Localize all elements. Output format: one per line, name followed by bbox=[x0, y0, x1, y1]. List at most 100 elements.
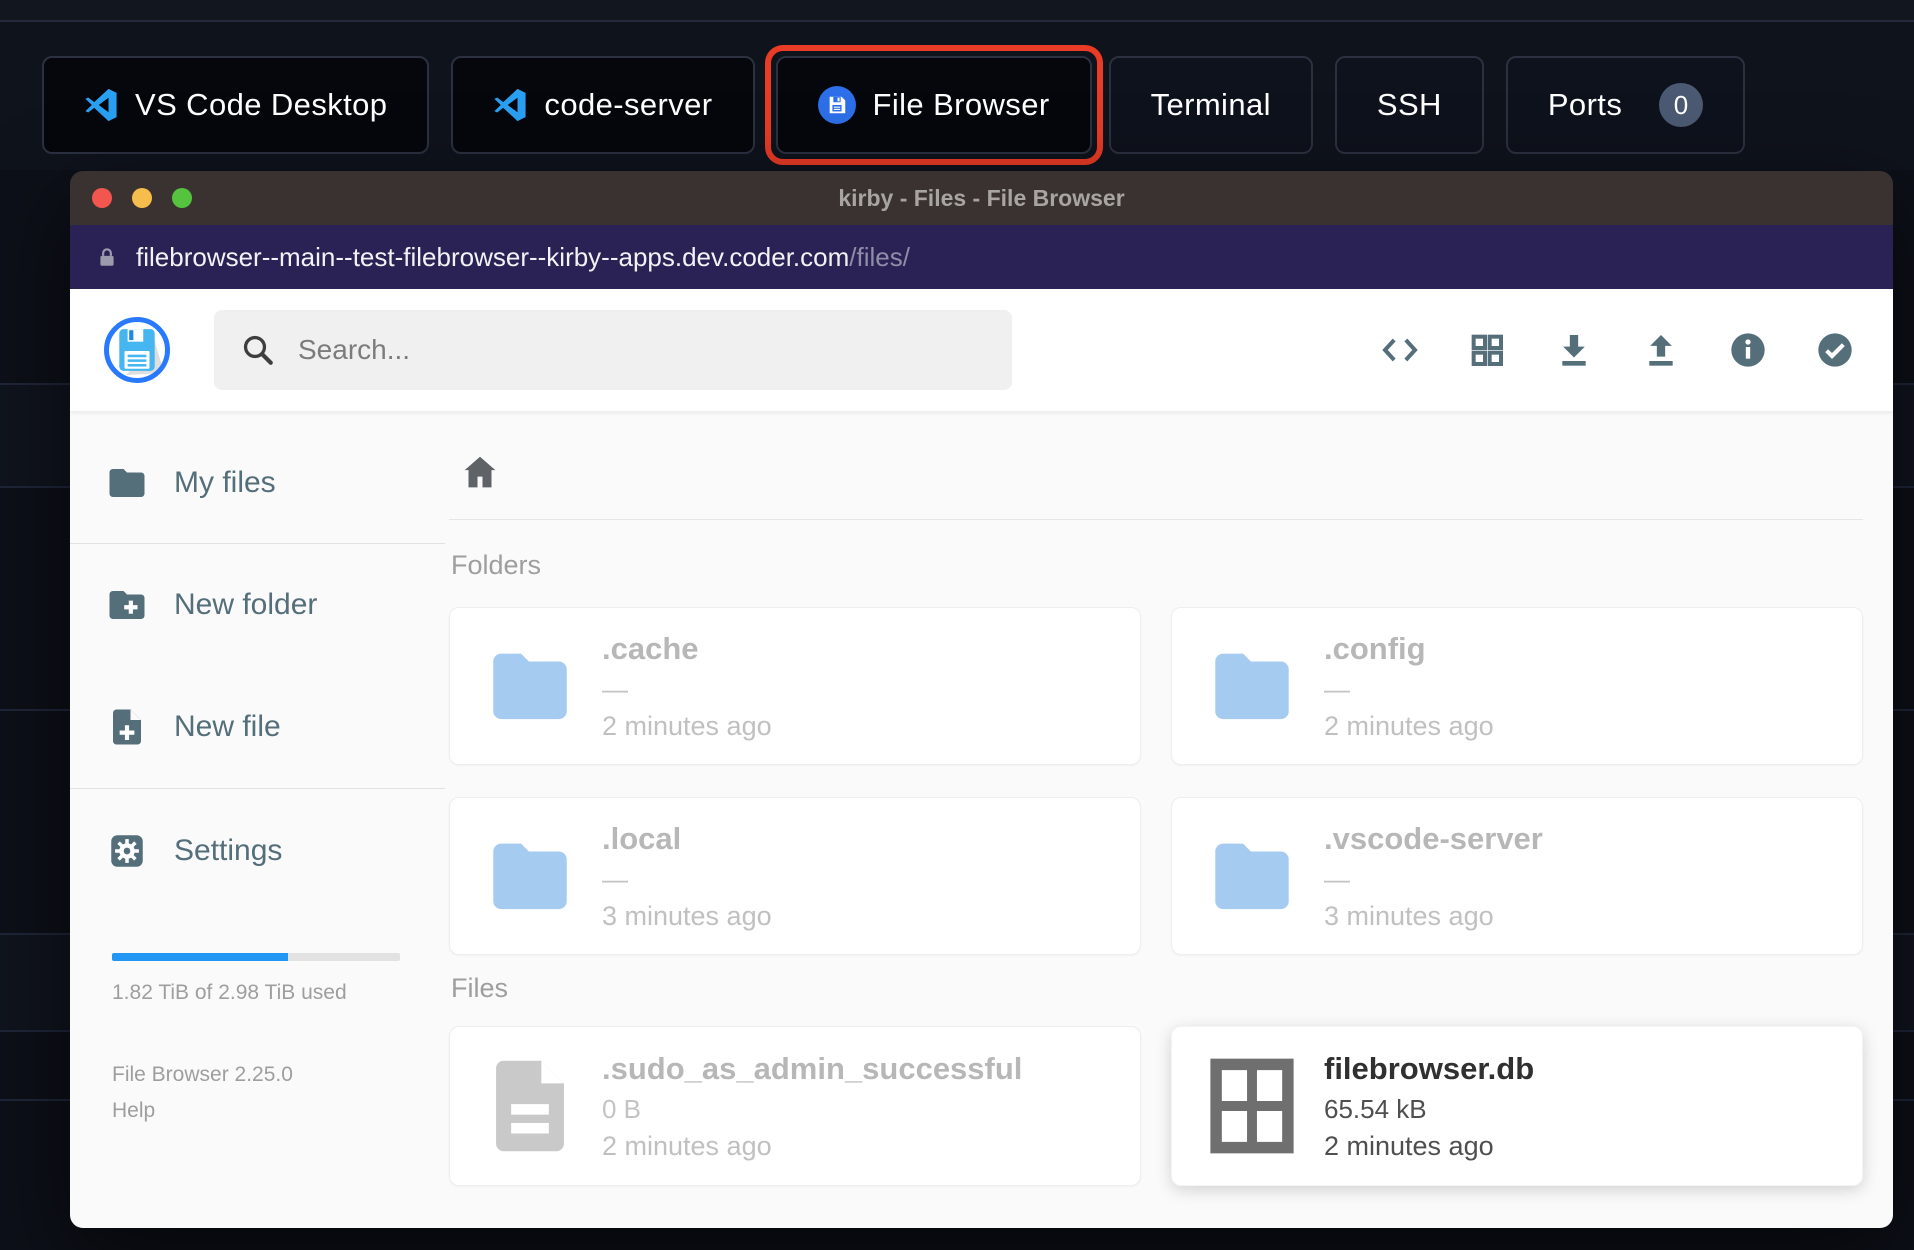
info-icon bbox=[1731, 333, 1765, 367]
file-name: .sudo_as_admin_successful bbox=[602, 1050, 1023, 1086]
grid-view-icon bbox=[1471, 334, 1504, 367]
lock-icon bbox=[100, 248, 114, 266]
url-path: /files/ bbox=[849, 241, 910, 272]
folder-card-vscode-server[interactable]: .vscode-server — 3 minutes ago bbox=[1171, 797, 1863, 955]
floppy-disk-icon bbox=[119, 329, 162, 375]
ports-count-badge: 0 bbox=[1659, 83, 1704, 127]
sidebar-item-label: New file bbox=[174, 710, 281, 743]
filebrowser-body: My files New folder New file Settings 1.… bbox=[70, 411, 1893, 1228]
vscode-icon bbox=[85, 88, 117, 122]
launcher-button-label: File Browser bbox=[872, 87, 1050, 122]
file-card-sudo-as-admin[interactable]: .sudo_as_admin_successful 0 B 2 minutes … bbox=[449, 1026, 1141, 1186]
app-version: File Browser 2.25.0 bbox=[112, 1063, 293, 1086]
url-host: filebrowser--main--test-filebrowser--kir… bbox=[136, 241, 850, 272]
launcher-button-label: Terminal bbox=[1150, 87, 1271, 122]
folders-grid: .cache — 2 minutes ago .config — 2 minut… bbox=[449, 607, 1863, 955]
file-listing: Folders .cache — 2 minutes ago .config —… bbox=[445, 411, 1893, 1228]
active-app-highlight-ring: File Browser bbox=[764, 45, 1103, 165]
ssh-button[interactable]: SSH bbox=[1334, 56, 1484, 154]
file-modified-time: 2 minutes ago bbox=[602, 710, 772, 741]
listing-divider bbox=[449, 519, 1863, 520]
section-title-folders: Folders bbox=[451, 550, 542, 580]
file-modified-time: 3 minutes ago bbox=[1324, 900, 1494, 931]
section-title-files: Files bbox=[451, 973, 509, 1003]
file-modified-time: 2 minutes ago bbox=[1324, 710, 1494, 741]
folder-icon bbox=[1215, 843, 1289, 910]
browser-window: kirby - Files - File Browser filebrowser… bbox=[70, 171, 1893, 1228]
vscode-icon bbox=[494, 88, 527, 122]
sidebar-item-my-files[interactable]: My files bbox=[70, 451, 445, 515]
sidebar-item-settings[interactable]: Settings bbox=[70, 819, 445, 883]
download-button[interactable] bbox=[1554, 330, 1594, 370]
gear-icon bbox=[111, 835, 143, 867]
header-actions bbox=[1380, 330, 1855, 370]
filebrowser-floppy-icon bbox=[817, 86, 856, 124]
vscode-desktop-button[interactable]: VS Code Desktop bbox=[42, 56, 430, 154]
folder-icon bbox=[493, 843, 567, 910]
sidebar-divider bbox=[70, 788, 445, 789]
folder-card-local[interactable]: .local — 3 minutes ago bbox=[449, 797, 1141, 955]
file-browser-button[interactable]: File Browser bbox=[775, 56, 1092, 154]
file-modified-time: 2 minutes ago bbox=[602, 1130, 772, 1161]
sidebar-item-label: Settings bbox=[174, 834, 283, 867]
filebrowser-logo[interactable] bbox=[104, 317, 170, 383]
storage-usage: 1.82 TiB of 2.98 TiB used bbox=[112, 953, 400, 1005]
terminal-button[interactable]: Terminal bbox=[1108, 56, 1313, 154]
code-icon bbox=[1382, 338, 1418, 362]
file-plus-icon bbox=[113, 709, 141, 745]
file-modified-time: 2 minutes ago bbox=[1324, 1130, 1494, 1161]
file-card-filebrowser-db[interactable]: filebrowser.db 65.54 kB 2 minutes ago bbox=[1171, 1026, 1863, 1186]
sidebar-item-label: New folder bbox=[174, 588, 318, 621]
file-size: 0 B bbox=[602, 1093, 642, 1124]
url-bar[interactable]: filebrowser--main--test-filebrowser--kir… bbox=[70, 225, 1893, 289]
file-icon bbox=[496, 1060, 564, 1152]
help-link[interactable]: Help bbox=[112, 1099, 445, 1123]
sidebar-item-label: My files bbox=[174, 466, 276, 499]
check-circle-icon bbox=[1818, 333, 1852, 367]
file-name: filebrowser.db bbox=[1324, 1050, 1535, 1086]
folder-icon bbox=[109, 469, 145, 497]
launcher-button-label: Ports bbox=[1547, 87, 1623, 122]
folder-card-cache[interactable]: .cache — 2 minutes ago bbox=[449, 607, 1141, 765]
storage-usage-fill bbox=[112, 953, 288, 961]
sidebar-item-new-file[interactable]: New file bbox=[70, 695, 445, 759]
folder-card-config[interactable]: .config — 2 minutes ago bbox=[1171, 607, 1863, 765]
select-multiple-button[interactable] bbox=[1815, 330, 1855, 370]
file-size: — bbox=[1324, 863, 1350, 894]
file-name: .local bbox=[602, 820, 682, 856]
open-in-editor-button[interactable] bbox=[1380, 330, 1420, 370]
search-bar[interactable] bbox=[214, 310, 1012, 390]
folder-plus-icon bbox=[109, 591, 145, 619]
download-icon bbox=[1562, 335, 1586, 366]
breadcrumb bbox=[457, 451, 1863, 497]
storage-usage-bar bbox=[112, 953, 400, 961]
file-name: .cache bbox=[602, 630, 699, 666]
database-grid-icon bbox=[1210, 1058, 1294, 1154]
upload-button[interactable] bbox=[1641, 330, 1681, 370]
sidebar-divider bbox=[70, 543, 445, 544]
ports-button[interactable]: Ports 0 bbox=[1505, 56, 1746, 154]
topbar-strip bbox=[0, 0, 1914, 22]
sidebar: My files New folder New file Settings 1.… bbox=[70, 411, 445, 1228]
folder-icon bbox=[493, 653, 567, 720]
window-title: kirby - Files - File Browser bbox=[838, 184, 1125, 211]
search-icon bbox=[243, 335, 273, 365]
file-size: — bbox=[1324, 673, 1350, 704]
desktop-background: VS Code Desktop code-server File Browser… bbox=[0, 0, 1914, 1250]
search-input[interactable] bbox=[298, 334, 986, 366]
file-size: 65.54 kB bbox=[1324, 1093, 1427, 1124]
window-titlebar[interactable]: kirby - Files - File Browser bbox=[70, 171, 1893, 225]
sidebar-item-new-folder[interactable]: New folder bbox=[70, 573, 445, 637]
code-server-button[interactable]: code-server bbox=[451, 56, 755, 154]
launcher-button-label: SSH bbox=[1376, 87, 1442, 122]
view-mode-button[interactable] bbox=[1467, 330, 1507, 370]
files-grid: .sudo_as_admin_successful 0 B 2 minutes … bbox=[449, 1026, 1863, 1186]
info-button[interactable] bbox=[1728, 330, 1768, 370]
launcher-button-label: code-server bbox=[544, 87, 713, 122]
file-size: — bbox=[602, 863, 628, 894]
url-text: filebrowser--main--test-filebrowser--kir… bbox=[136, 242, 910, 273]
home-breadcrumb-button[interactable] bbox=[457, 451, 503, 497]
coder-app-launcher-bar: VS Code Desktop code-server File Browser… bbox=[0, 0, 1914, 170]
file-modified-time: 3 minutes ago bbox=[602, 900, 772, 931]
launcher-button-label: VS Code Desktop bbox=[135, 87, 388, 122]
